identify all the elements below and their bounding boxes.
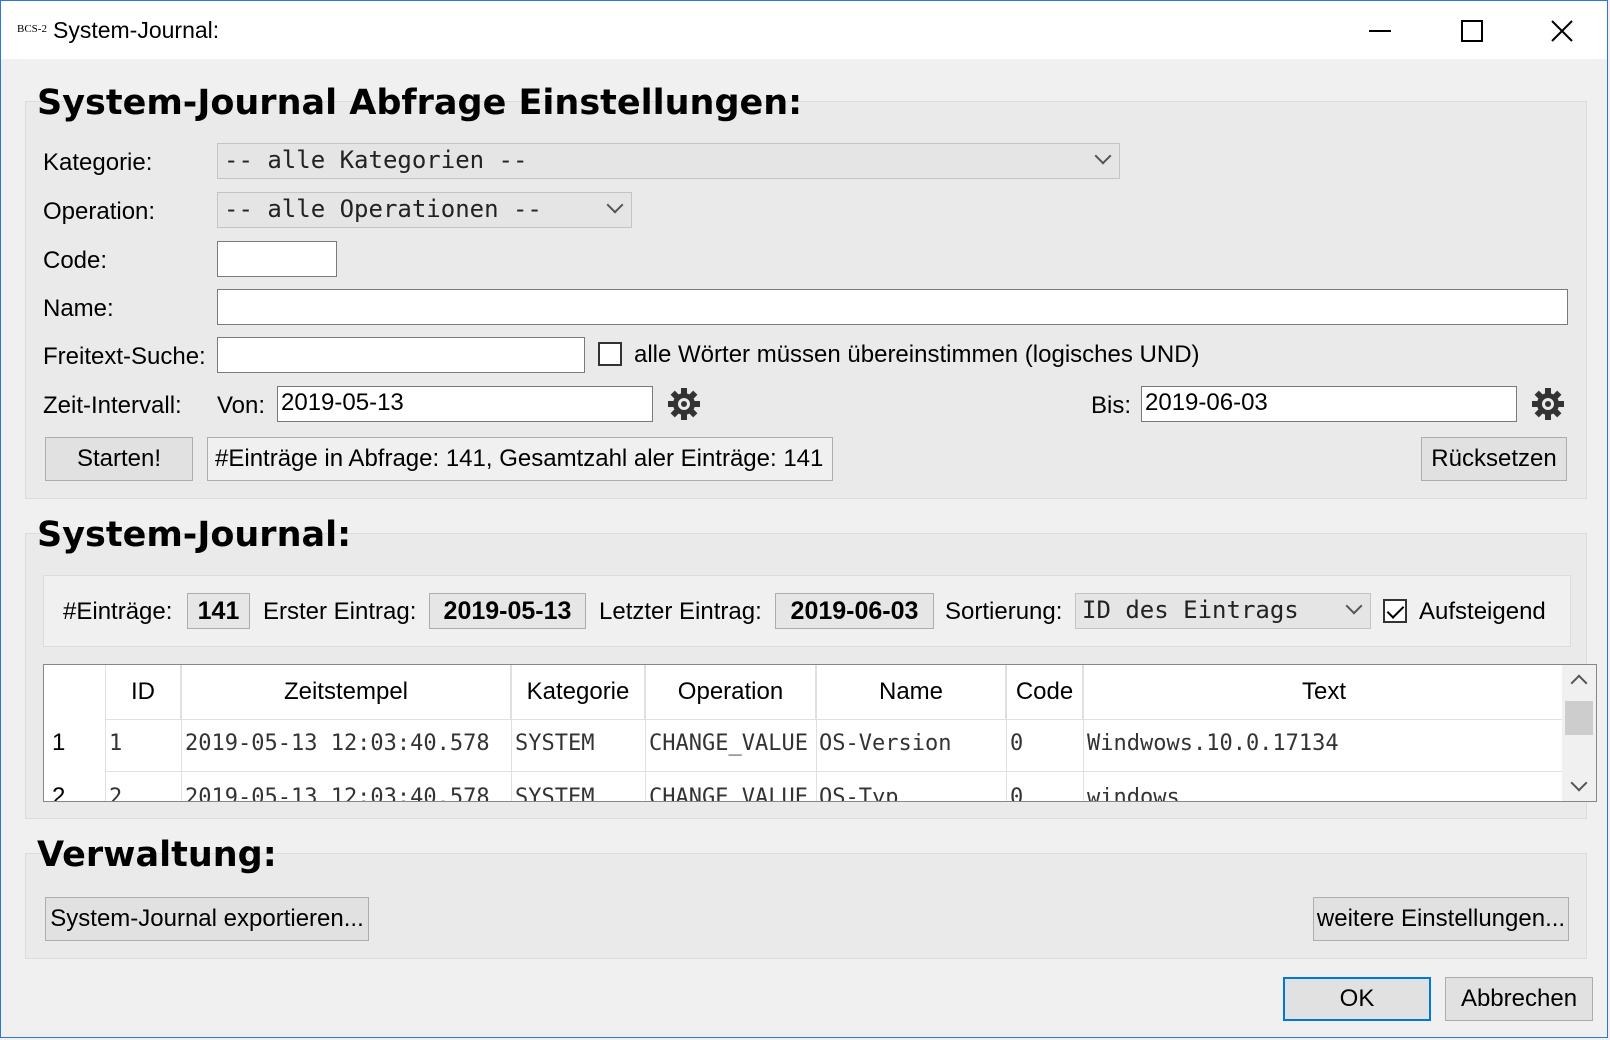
cell-text: Windwows.10.0.17134	[1087, 731, 1339, 756]
chevron-down-icon	[1345, 597, 1363, 615]
name-label: Name:	[43, 295, 114, 322]
from-date-input[interactable]: 2019-05-13	[277, 386, 653, 422]
minimize-button[interactable]	[1357, 11, 1403, 51]
cell-id: 2	[109, 785, 123, 802]
close-icon	[1551, 20, 1573, 42]
entries-label: #Einträge:	[63, 598, 173, 625]
ascending-label: Aufsteigend	[1419, 598, 1546, 625]
dialog-window: BCS-2 System-Journal: System-Journal Abf…	[0, 0, 1608, 1038]
reset-button[interactable]: Rücksetzen	[1421, 437, 1567, 481]
column-header-operation[interactable]: Operation	[646, 665, 816, 719]
cell-timestamp: 2019-05-13 12:03:40.578	[185, 731, 490, 756]
cell-operation: CHANGE_VALUE	[649, 785, 808, 802]
table-scrollbar[interactable]	[1562, 665, 1596, 801]
to-label: Bis:	[1091, 392, 1132, 419]
column-header-id[interactable]: ID	[106, 665, 181, 719]
last-entry-value: 2019-06-03	[775, 593, 934, 629]
app-logo: BCS-2	[17, 23, 47, 35]
cell-code: 0	[1010, 731, 1024, 756]
minimize-icon	[1369, 30, 1391, 32]
chevron-down-icon	[1570, 774, 1588, 792]
admin-title: Verwaltung:	[37, 835, 277, 875]
cancel-button[interactable]: Abbrechen	[1445, 977, 1593, 1021]
ok-button[interactable]: OK	[1283, 977, 1431, 1021]
cell-operation: CHANGE_VALUE	[649, 731, 808, 756]
gear-icon	[1532, 388, 1564, 420]
chevron-down-icon	[1094, 147, 1112, 165]
scroll-up-button[interactable]	[1562, 665, 1596, 695]
operation-label: Operation:	[43, 198, 156, 225]
all-words-checkbox[interactable]	[598, 342, 622, 366]
category-select-value: -- alle Kategorien --	[224, 146, 528, 174]
all-words-label: alle Wörter müssen übereinstimmen (logis…	[634, 341, 1200, 368]
export-journal-button[interactable]: System-Journal exportieren...	[45, 897, 369, 941]
ascending-checkbox[interactable]	[1383, 599, 1407, 623]
cell-name: OS-Version	[819, 731, 952, 756]
start-button[interactable]: Starten!	[45, 437, 193, 481]
sort-select[interactable]: ID des Eintrags	[1075, 593, 1371, 629]
operation-select-value: -- alle Operationen --	[224, 195, 542, 223]
cell-timestamp: 2019-05-13 12:03:40.578	[185, 785, 490, 802]
entries-count: 141	[187, 593, 250, 629]
chevron-down-icon	[606, 196, 624, 214]
from-label: Von:	[217, 392, 266, 419]
cell-category: SYSTEM	[515, 785, 595, 802]
row-number: 2	[52, 783, 66, 802]
code-input[interactable]	[217, 241, 337, 277]
maximize-button[interactable]	[1449, 11, 1495, 51]
cell-name: OS-Typ	[819, 785, 899, 802]
operation-select[interactable]: -- alle Operationen --	[217, 192, 632, 228]
journal-table[interactable]: ID Zeitstempel Kategorie Operation Name …	[43, 664, 1597, 802]
row-number: 1	[52, 729, 66, 756]
first-entry-label: Erster Eintrag:	[263, 598, 417, 625]
window-title: System-Journal:	[53, 17, 220, 43]
column-header-timestamp[interactable]: Zeitstempel	[182, 665, 511, 719]
maximize-icon	[1461, 20, 1483, 42]
cell-category: SYSTEM	[515, 731, 595, 756]
from-date-picker-button[interactable]	[665, 386, 703, 422]
column-header-text[interactable]: Text	[1084, 665, 1564, 719]
sort-select-value: ID des Eintrags	[1082, 596, 1299, 624]
column-header-name[interactable]: Name	[817, 665, 1006, 719]
scroll-down-button[interactable]	[1562, 771, 1596, 801]
title-bar: BCS-2 System-Journal:	[1, 1, 1607, 59]
to-date-input[interactable]: 2019-06-03	[1141, 386, 1517, 422]
category-select[interactable]: -- alle Kategorien --	[217, 143, 1120, 179]
to-date-picker-button[interactable]	[1529, 386, 1567, 422]
code-label: Code:	[43, 247, 108, 274]
more-settings-button[interactable]: weitere Einstellungen...	[1313, 897, 1569, 941]
name-input[interactable]	[217, 289, 1568, 325]
category-label: Kategorie:	[43, 149, 153, 176]
column-header-category[interactable]: Kategorie	[512, 665, 645, 719]
query-settings-title: System-Journal Abfrage Einstellungen:	[37, 83, 803, 123]
journal-title: System-Journal:	[37, 515, 352, 555]
chevron-up-icon	[1570, 674, 1588, 692]
last-entry-label: Letzter Eintrag:	[599, 598, 762, 625]
query-status: #Einträge in Abfrage: 141, Gesamtzahl al…	[207, 437, 833, 481]
search-label: Freitext-Suche:	[43, 343, 206, 370]
scroll-thumb[interactable]	[1565, 701, 1593, 735]
cell-text: windows	[1087, 785, 1180, 802]
search-input[interactable]	[217, 337, 585, 373]
gear-icon	[668, 388, 700, 420]
cell-code: 0	[1010, 785, 1024, 802]
interval-label: Zeit-Intervall:	[43, 392, 182, 419]
close-button[interactable]	[1539, 11, 1585, 51]
sort-label: Sortierung:	[945, 598, 1063, 625]
first-entry-value: 2019-05-13	[429, 593, 586, 629]
cell-id: 1	[109, 731, 123, 756]
column-header-code[interactable]: Code	[1007, 665, 1083, 719]
